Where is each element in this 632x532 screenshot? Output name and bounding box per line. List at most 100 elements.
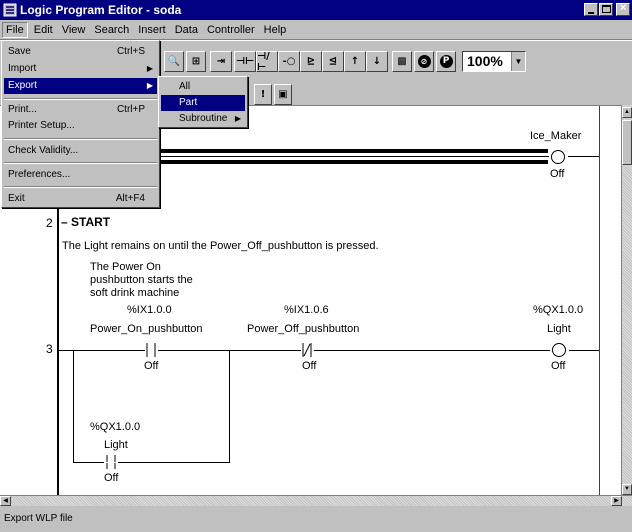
menu-view[interactable]: View [59,23,89,37]
zoom-select[interactable]: 100% ▼ [462,51,526,72]
scroll-right-icon[interactable]: ▶ [611,496,622,506]
menu-search[interactable]: Search [91,23,132,37]
maximize-icon [602,5,611,13]
coil-icon: -○ [282,56,296,67]
instruction-icon: ▩ [397,56,407,67]
contact-name: Power_Off_pushbutton [247,323,360,335]
branch-contact-name: Light [104,439,128,451]
pause-button[interactable]: P [436,51,456,72]
horizontal-scrollbar[interactable]: ◀ ▶ [0,495,632,506]
menu-item-check-validity[interactable]: Check Validity... [4,143,157,159]
rung-heading: – START [61,215,111,229]
minimize-icon [588,12,594,14]
scroll-up-icon[interactable]: ▲ [622,107,632,118]
zoom-value: 100% [467,53,503,69]
neg-transition-button[interactable]: ↓ [366,51,388,72]
menu-controller[interactable]: Controller [204,23,258,37]
stop-icon: ⊘ [417,55,431,68]
monitor-button[interactable]: ▣ [274,84,292,105]
maximize-button[interactable] [599,3,613,16]
menu-separator [4,162,157,164]
minimize-button[interactable] [584,3,598,16]
contact-nc-icon: ⊣/⊢ [257,50,270,73]
title-bar: Logic Program Editor - soda × [0,0,632,20]
rung-number: 2 [46,216,53,230]
coil-label-ice-maker: Ice_Maker [530,130,582,142]
reset-coil-button[interactable]: ⊴ [322,51,344,72]
p-icon: P [439,55,453,68]
export-submenu: All Part Subroutine ▶ [158,76,248,128]
menu-item-subroutine[interactable]: Subroutine ▶ [161,111,245,127]
bulb-button[interactable]: ! [254,84,272,105]
find-button[interactable]: 🔍 [164,51,184,72]
normally-closed-contact-icon[interactable] [300,343,314,358]
menu-item-preferences[interactable]: Preferences... [4,167,157,183]
window-title: Logic Program Editor - soda [20,3,182,17]
menu-file[interactable]: File [2,21,28,38]
nc-contact-button[interactable]: ⊣/⊢ [256,50,278,73]
submenu-arrow-icon: ▶ [146,81,153,90]
contact-state: Off [144,360,159,372]
set-coil-button[interactable]: ⊵ [300,51,322,72]
branch-contact-address: %QX1.0.0 [90,421,141,433]
coil-icon[interactable] [548,149,568,165]
branch-wire [118,462,230,463]
menu-edit[interactable]: Edit [31,23,56,37]
file-menu: Save Ctrl+S Import ▶ Export ▶ Print... C… [1,40,160,208]
contact-state: Off [302,360,317,372]
menu-item-exit[interactable]: Exit Alt+F4 [4,191,157,207]
menu-item-export[interactable]: Export ▶ [4,78,157,94]
reset-coil-icon: ⊴ [328,56,338,67]
menu-separator [4,98,157,100]
pos-transition-button[interactable]: ↑ [344,51,366,72]
menu-separator [4,186,157,188]
menu-item-import[interactable]: Import ▶ [4,61,157,77]
scroll-down-icon[interactable]: ▼ [622,484,632,495]
close-icon: × [620,2,627,14]
pos-transition-icon: ↑ [350,56,360,67]
contact-name: Power_On_pushbutton [90,323,203,335]
symbol-icon: ⊞ [191,56,201,67]
normally-open-contact-icon[interactable] [144,343,158,358]
rung-comment: The Light remains on until the Power_Off… [62,240,379,252]
insert-rung-button[interactable]: ⇥ [210,51,232,72]
rung3-wire [569,350,599,351]
menu-item-print[interactable]: Print... Ctrl+P [4,102,157,118]
contact-no-icon: ⊣⊢ [235,56,255,67]
instruction-button[interactable]: ▩ [392,51,412,72]
chevron-down-icon[interactable]: ▼ [511,52,525,71]
symbol-button[interactable]: ⊞ [186,51,206,72]
contact-address: %IX1.0.0 [127,304,172,316]
scroll-thumb[interactable] [622,120,632,165]
scroll-left-icon[interactable]: ◀ [0,496,11,506]
coil-icon[interactable] [549,342,569,358]
menu-data[interactable]: Data [172,23,201,37]
branch-wire [73,350,74,462]
vertical-scrollbar[interactable]: ▲ ▼ [621,105,632,495]
right-power-rail [599,106,600,495]
menu-separator [4,138,157,140]
stop-button[interactable]: ⊘ [414,51,434,72]
rung3-wire [59,350,145,351]
close-button[interactable]: × [616,2,630,16]
rung-note-line: pushbutton starts the [90,274,193,286]
branch-contact-state: Off [104,472,119,484]
menu-item-all[interactable]: All [161,79,245,95]
contact-address: %IX1.0.6 [284,304,329,316]
set-coil-icon: ⊵ [306,56,316,67]
menu-item-save[interactable]: Save Ctrl+S [4,44,157,60]
coil-name: Light [547,323,571,335]
menu-item-printer-setup[interactable]: Printer Setup... [4,118,157,134]
menu-insert[interactable]: Insert [135,23,169,37]
menu-bar: File Edit View Search Insert Data Contro… [0,20,632,40]
menu-help[interactable]: Help [261,23,290,37]
coil-state: Off [550,168,565,180]
submenu-arrow-icon: ▶ [146,64,153,73]
insert-rung-icon: ⇥ [216,56,226,67]
rung1-wire-right [568,156,599,157]
coil-button[interactable]: -○ [278,51,300,72]
rung-number: 3 [46,342,53,356]
app-icon [3,3,17,17]
menu-item-part[interactable]: Part [161,95,245,111]
no-contact-button[interactable]: ⊣⊢ [234,51,256,72]
